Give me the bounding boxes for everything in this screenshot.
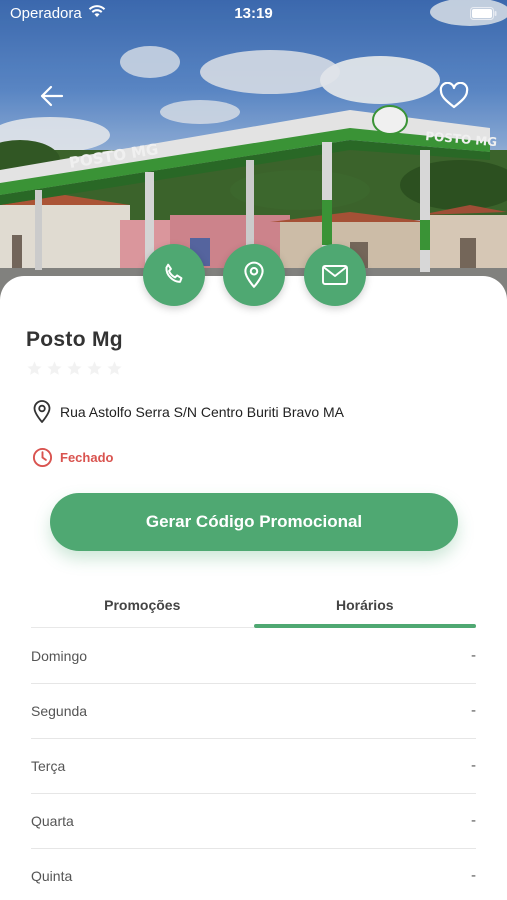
address-row: Rua Astolfo Serra S/N Centro Buriti Brav… bbox=[32, 400, 344, 424]
day-label: Domingo bbox=[31, 648, 88, 664]
day-label: Terça bbox=[31, 758, 66, 774]
favorite-button[interactable] bbox=[434, 76, 474, 116]
map-pin-icon bbox=[244, 261, 264, 288]
list-item: Quarta - bbox=[31, 794, 476, 849]
hours-value: - bbox=[470, 813, 476, 829]
status-bar: Operadora 13:19 bbox=[0, 0, 507, 30]
back-arrow-icon bbox=[40, 85, 64, 107]
heart-icon bbox=[439, 82, 469, 109]
list-item: Segunda - bbox=[31, 684, 476, 739]
details-tabs: Promoções Horários bbox=[31, 588, 476, 628]
back-button[interactable] bbox=[32, 76, 72, 116]
star-icon bbox=[47, 361, 62, 375]
tab-horarios[interactable]: Horários bbox=[253, 588, 477, 628]
contact-actions bbox=[0, 244, 507, 306]
day-label: Quarta bbox=[31, 813, 74, 829]
clock-icon bbox=[32, 447, 53, 468]
open-status: Fechado bbox=[32, 447, 113, 468]
address-text: Rua Astolfo Serra S/N Centro Buriti Brav… bbox=[60, 404, 344, 420]
star-icon bbox=[67, 361, 82, 375]
battery-icon bbox=[470, 7, 497, 24]
star-icon bbox=[27, 361, 42, 375]
location-button[interactable] bbox=[223, 244, 285, 306]
mail-icon bbox=[322, 265, 348, 285]
phone-icon bbox=[165, 263, 183, 283]
list-item: Terça - bbox=[31, 739, 476, 794]
list-item: Quinta - bbox=[31, 849, 476, 900]
day-label: Segunda bbox=[31, 703, 88, 719]
clock-time: 13:19 bbox=[234, 5, 273, 22]
hours-value: - bbox=[470, 703, 476, 719]
tab-promocoes[interactable]: Promoções bbox=[31, 588, 254, 627]
email-button[interactable] bbox=[304, 244, 366, 306]
call-button[interactable] bbox=[143, 244, 205, 306]
hours-value: - bbox=[470, 868, 476, 884]
rating-stars bbox=[26, 360, 123, 377]
hours-value: - bbox=[470, 648, 476, 664]
star-icon bbox=[87, 361, 102, 375]
place-title: Posto Mg bbox=[26, 328, 123, 351]
hours-list: Domingo - Segunda - Terça - Quarta - Qui… bbox=[31, 629, 476, 900]
star-icon bbox=[107, 361, 122, 375]
hours-value: - bbox=[470, 758, 476, 774]
list-item: Domingo - bbox=[31, 629, 476, 684]
location-icon bbox=[33, 400, 51, 423]
day-label: Quinta bbox=[31, 868, 73, 884]
status-label: Fechado bbox=[60, 450, 114, 465]
generate-promo-code-button[interactable]: Gerar Código Promocional bbox=[50, 493, 458, 551]
